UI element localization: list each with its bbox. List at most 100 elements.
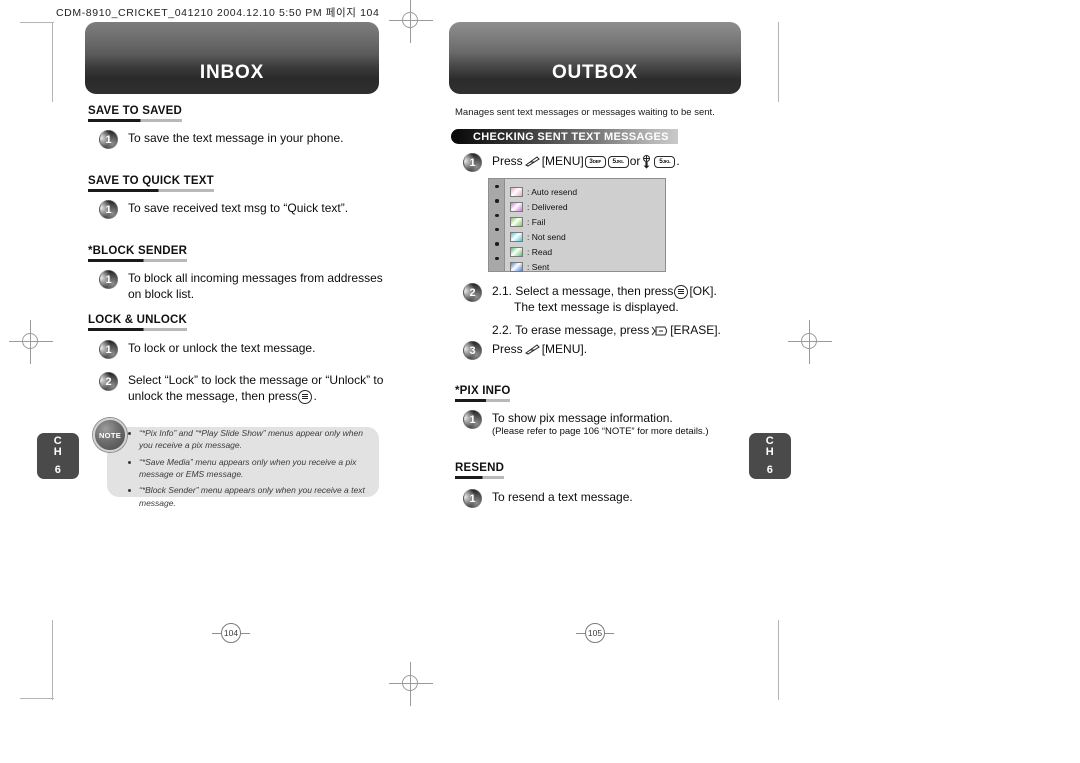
heading-block-sender-label: *BLOCK SENDER [88,245,188,257]
status-rows: : Auto resend: Delivered: Fail: Not send… [505,179,665,274]
step-checking-3: 3 Press [MENU]. [463,341,748,360]
heading-resend-label: RESEND [455,462,505,474]
heading-rule [88,259,188,262]
chapter-tab-right-number: 6 [766,463,774,476]
status-legend-row: : Read [510,244,665,259]
heading-resend: RESEND [455,462,505,479]
send-key-icon [524,344,540,355]
key-5-icon: 5 JKL [607,155,629,168]
status-legend-label: : Sent [527,261,550,272]
trim-line-left-lower [52,620,53,700]
step-number-badge: 1 [463,489,482,508]
step-lock-unlock-2: 2 Select “Lock” to lock the message or “… [99,372,384,405]
bullet-dot-icon [494,227,499,232]
page-number-tick [576,632,585,634]
registration-mark-top [389,0,433,43]
message-status-icon [510,201,523,212]
note-item: “*Block Sender” menu appears only when y… [128,484,371,509]
heading-pix-info: *PIX INFO [455,385,511,402]
bullet-dot-icon [494,242,499,246]
step-text: To resend a text message. [492,490,633,504]
key-5-icon: 5 JKL [654,155,676,168]
bullet-dot-icon [494,256,499,260]
step-2-2-before: 2.2. To erase message, press [492,323,650,338]
step-text-sub: (Please refer to page 106 “NOTE” for mor… [492,426,709,438]
step-number-badge: 2 [463,283,482,302]
heading-rule [455,399,511,402]
chapter-tab-left: C H 6 [37,433,79,479]
page-number-left: 104 [212,623,250,643]
trim-line-left [52,22,53,102]
heading-save-to-quick-text: SAVE TO QUICK TEXT [88,175,214,192]
step-block-sender-1: 1 To block all incoming messages from ad… [99,270,384,302]
registration-mark-right [788,320,832,364]
or-label: or [629,154,641,168]
registration-mark-bottom [389,662,433,706]
trim-line-top-left [20,22,54,23]
step-number-badge: 1 [99,130,118,149]
heading-lock-unlock: LOCK & UNLOCK [88,314,188,331]
outbox-intro-text: Manages sent text messages or messages w… [455,107,715,118]
step-text: To lock or unlock the text message. [128,341,316,355]
step-number-badge: 3 [463,341,482,360]
step-text: Press [MENU] 3 DEF 5 JKL or 5 JKL. [492,153,680,169]
step-number-badge: 2 [99,372,118,391]
heading-lock-unlock-label: LOCK & UNLOCK [88,314,188,326]
step-text: To save the text message in your phone. [128,131,344,145]
status-legend-label: : Fail [527,216,546,227]
erase-key-icon [651,326,668,336]
page-number-tick [605,632,614,634]
step-2-2-after: [ERASE]. [670,323,721,338]
page-number-tick [241,632,250,634]
press-label: Press [492,342,523,356]
page-number-tick [212,632,221,634]
send-key-icon [524,156,540,167]
outbox-banner: OUTBOX [449,22,741,94]
trim-line-right-lower [778,620,779,700]
status-legend-label: : Read [527,246,553,257]
status-legend-row: : Delivered [510,199,665,214]
trim-line-right [778,22,779,102]
ok-key-icon [298,390,313,405]
chapter-tab-left-line2: H [53,446,63,459]
bullet-dot-icon [494,199,499,203]
press-label: Press [492,154,523,168]
status-gutter [489,179,505,271]
ok-key-icon [674,284,689,299]
bar-title-label: CHECKING SENT TEXT MESSAGES [459,129,678,144]
step-text: To show pix message information. (Please… [492,410,708,439]
status-legend-row: : Not send [510,229,665,244]
step-2-1-line: 2.1. Select a message, then press [OK]. [492,283,721,299]
heading-rule [455,476,505,479]
chapter-tab-right-line2: H [765,446,775,459]
step-number-badge: 1 [99,200,118,219]
chapter-tab-left-number: 6 [54,463,62,476]
step-text-after: . [313,389,317,404]
period-label: . [676,154,680,168]
key-3-icon: 3 DEF [584,155,606,168]
step-2-1-after: [OK]. [689,284,717,298]
page-number-right: 105 [576,623,614,643]
step-2-2-line: 2.2. To erase message, press [ERASE]. [492,322,721,338]
note-item: “*Save Media” menu appears only when you… [128,456,371,481]
step-number-badge: 1 [463,153,482,172]
step-lock-unlock-1: 1 To lock or unlock the text message. [99,340,384,359]
heading-save-to-quick-text-label: SAVE TO QUICK TEXT [88,175,214,187]
step-text: Press [MENU]. [492,341,587,357]
message-status-legend-box: : Auto resend: Delivered: Fail: Not send… [488,178,666,272]
step-text: To block all incoming messages from addr… [128,271,383,302]
note-item: “*Pix Info” and “*Play Slide Show” menus… [128,427,371,452]
step-text-main: To show pix message information. [492,411,673,425]
step-text: Select “Lock” to lock the message or “Un… [128,372,384,405]
navigation-down-key-icon [643,154,651,169]
step-checking-1: 1 Press [MENU] 3 DEF 5 JKL or 5 JKL. [463,153,743,172]
heading-block-sender: *BLOCK SENDER [88,245,188,262]
menu-label: [MENU]. [541,342,588,356]
status-legend-row: : Sent [510,259,665,274]
note-list: “*Pix Info” and “*Play Slide Show” menus… [128,427,371,513]
step-2-1-continued: The text message is displayed. [514,300,679,315]
page-number-circle: 104 [221,623,241,643]
heading-save-to-saved: SAVE TO SAVED [88,105,182,122]
status-legend-row: : Fail [510,214,665,229]
note-badge-label: NOTE [98,430,122,440]
